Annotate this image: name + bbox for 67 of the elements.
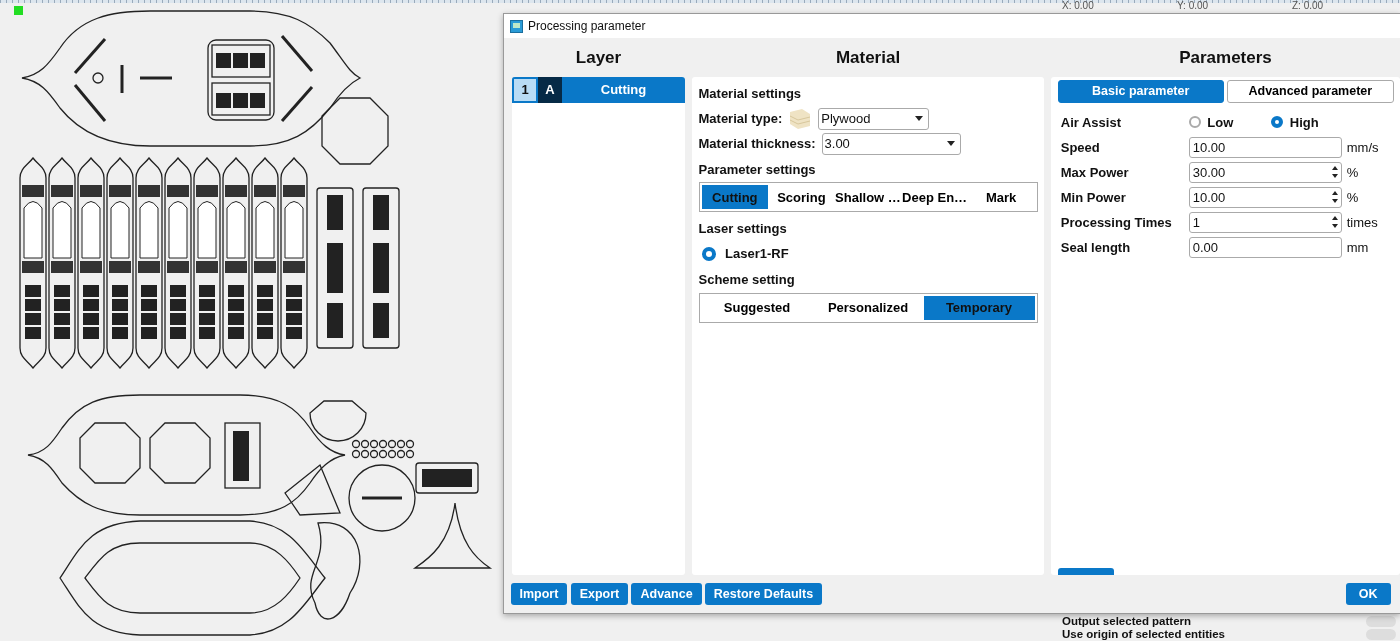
footer-button[interactable]: Restore Defaults — [704, 583, 823, 605]
layer-mode: A — [538, 77, 562, 103]
field-label: Material thickness: — [698, 135, 816, 153]
coordinate-readout: X: 0.00 — [1062, 0, 1095, 12]
unit-label: mm — [1346, 238, 1369, 257]
coordinate-readout: Y: 0.00 — [1177, 0, 1210, 12]
input-field[interactable]: 0.00 — [1188, 236, 1342, 258]
dropdown-caret-icon — [946, 141, 955, 147]
radio-label: High — [1289, 113, 1319, 132]
dropdown-caret-icon — [915, 116, 924, 122]
option-label: Use origin of selected entities — [1062, 628, 1225, 641]
ok-button[interactable]: OK — [1345, 583, 1391, 605]
field-label: Speed — [1060, 138, 1101, 157]
layer-row[interactable]: 1 A Cutting — [512, 77, 685, 103]
mode-tab[interactable]: Scoring — [768, 185, 835, 210]
unit-label: times — [1346, 213, 1378, 232]
field-label: Seal length — [1060, 238, 1132, 257]
unit-label: % — [1346, 163, 1359, 182]
thickness-dropdown[interactable]: 3.00 — [821, 132, 961, 155]
mode-tab[interactable]: Deep En… — [901, 185, 968, 210]
section-heading: Material settings — [698, 84, 803, 103]
origin-marker-icon — [14, 6, 23, 15]
mode-tab[interactable]: Cutting — [701, 185, 769, 210]
radio-button[interactable] — [1188, 116, 1201, 129]
column-heading: Parameters — [1178, 46, 1273, 69]
layer-number: 1 — [512, 77, 538, 103]
wood-sheets-icon — [788, 107, 813, 130]
column-heading: Material — [834, 46, 902, 69]
parameter-tab[interactable]: Basic parameter — [1057, 80, 1224, 104]
field-label: Material type: — [698, 110, 783, 128]
toggle-switch[interactable] — [1366, 616, 1396, 627]
window-title: Processing parameter — [528, 18, 646, 35]
app-icon — [510, 19, 523, 33]
mode-tab[interactable]: Personalized — [812, 295, 924, 320]
layer-name: Cutting — [599, 81, 648, 100]
mode-tab[interactable]: Shallow … — [834, 185, 902, 210]
mode-tab[interactable]: Temporary — [923, 295, 1035, 320]
unit-label: % — [1346, 188, 1359, 207]
section-heading: Scheme setting — [698, 270, 796, 289]
radio-label: Low — [1207, 113, 1234, 132]
field-label: Air Assist — [1060, 113, 1122, 132]
field-label: Max Power — [1060, 163, 1130, 182]
section-heading: Parameter settings — [698, 160, 817, 179]
material-type-dropdown[interactable]: Plywood — [818, 107, 930, 130]
footer-button[interactable]: Export — [570, 583, 629, 605]
field-label: Processing Times — [1060, 213, 1173, 232]
spinner-arrows-icon — [1331, 215, 1338, 230]
radio-button[interactable] — [701, 247, 716, 261]
spinner-arrows-icon — [1331, 165, 1338, 180]
spin-field[interactable]: 30.00 — [1188, 161, 1342, 183]
section-heading: Laser settings — [698, 219, 788, 238]
parameter-tab[interactable]: Advanced parameter — [1227, 80, 1394, 104]
spinner-arrows-icon — [1331, 190, 1338, 205]
field-label: Min Power — [1060, 188, 1127, 207]
mode-tab[interactable]: Mark — [967, 185, 1035, 210]
footer-button[interactable]: Import — [510, 583, 568, 605]
option-label: Output selected pattern — [1062, 615, 1192, 628]
mode-tab[interactable]: Suggested — [701, 295, 813, 320]
radio-button[interactable] — [1271, 116, 1284, 129]
radio-label: Laser1-RF — [725, 245, 789, 264]
spin-field[interactable]: 1 — [1188, 211, 1342, 233]
input-field[interactable]: 10.00 — [1188, 136, 1342, 158]
column-heading: Layer — [574, 46, 623, 69]
spin-field[interactable]: 10.00 — [1188, 186, 1342, 208]
unit-label: mm/s — [1346, 138, 1379, 157]
coordinate-readout: Z: 0.00 — [1292, 0, 1325, 12]
footer-button[interactable]: Advance — [631, 583, 702, 605]
